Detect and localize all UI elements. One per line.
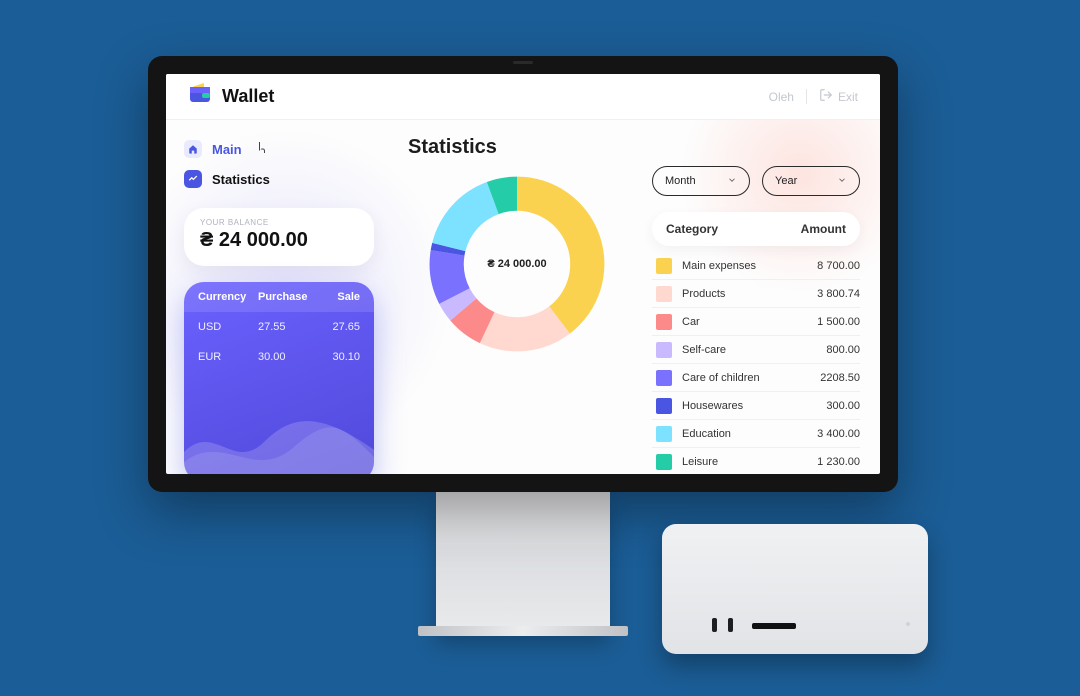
rate-currency: EUR [198, 351, 258, 363]
exit-label: Exit [838, 90, 858, 104]
nav-label: Main [212, 142, 242, 157]
category-header: Category [666, 222, 718, 236]
chevron-down-icon [837, 175, 847, 188]
category-amount: 800.00 [826, 344, 860, 356]
rate-purchase: 30.00 [258, 351, 320, 363]
category-amount: 8 700.00 [817, 260, 860, 272]
filters-column: Month Year Categor [652, 136, 860, 474]
rates-row: EUR30.0030.10 [184, 342, 374, 372]
color-swatch [656, 286, 672, 302]
balance-label: YOUR BALANCE [200, 218, 358, 227]
category-row: Housewares300.00 [652, 392, 860, 420]
color-swatch [656, 454, 672, 470]
stats-column: Statistics ₴ 24 000.00 [408, 136, 626, 474]
category-name: Care of children [682, 372, 820, 384]
pointer-cursor-icon [256, 141, 268, 158]
color-swatch [656, 314, 672, 330]
amount-header: Amount [801, 222, 846, 236]
home-icon [184, 140, 202, 158]
category-name: Self-care [682, 344, 826, 356]
power-led [906, 622, 910, 626]
category-row: Self-care800.00 [652, 336, 860, 364]
user-name[interactable]: Oleh [769, 90, 794, 104]
camera-notch [513, 61, 533, 64]
sidebar: Main Statistics YOUR BALANCE ₴ 24 000. [166, 120, 388, 474]
category-row: Car1 500.00 [652, 308, 860, 336]
category-amount: 1 500.00 [817, 316, 860, 328]
category-name: Housewares [682, 400, 826, 412]
rates-card: Currency Purchase Sale USD27.5527.65EUR3… [184, 282, 374, 474]
category-row: Leisure1 230.00 [652, 448, 860, 474]
rates-wave-decoration [184, 402, 374, 474]
app-layout: Main Statistics YOUR BALANCE ₴ 24 000. [166, 120, 880, 474]
rate-currency: USD [198, 321, 258, 333]
balance-card: YOUR BALANCE ₴ 24 000.00 [184, 208, 374, 266]
category-row: Care of children2208.50 [652, 364, 860, 392]
content: Statistics ₴ 24 000.00 Month [388, 120, 880, 474]
sd-card-slot [752, 623, 796, 629]
category-name: Main expenses [682, 260, 817, 272]
balance-amount: 24 000.00 [219, 229, 308, 251]
category-name: Products [682, 288, 817, 300]
balance-currency: ₴ [200, 229, 213, 251]
monitor-stand [436, 492, 610, 630]
brand[interactable]: Wallet [188, 83, 274, 110]
wallet-icon [188, 83, 212, 110]
rates-header-currency: Currency [198, 291, 258, 303]
color-swatch [656, 258, 672, 274]
header-actions: Oleh Exit [769, 88, 858, 105]
category-name: Education [682, 428, 817, 440]
category-table-body: Main expenses8 700.00Products3 800.74Car… [652, 252, 860, 474]
header-separator [806, 89, 807, 104]
chevron-down-icon [727, 175, 737, 188]
year-label: Year [775, 175, 797, 187]
donut-chart: ₴ 24 000.00 [422, 169, 612, 359]
year-select[interactable]: Year [762, 166, 860, 196]
usb-c-port [728, 618, 733, 632]
rates-row: USD27.5527.65 [184, 312, 374, 342]
category-name: Car [682, 316, 817, 328]
color-swatch [656, 426, 672, 442]
nav-label: Statistics [212, 172, 270, 187]
rate-purchase: 27.55 [258, 321, 320, 333]
color-swatch [656, 370, 672, 386]
rates-header-row: Currency Purchase Sale [184, 282, 374, 312]
nav-item-statistics[interactable]: Statistics [184, 166, 374, 196]
monitor-frame: Wallet Oleh Exit [148, 56, 898, 492]
app-header: Wallet Oleh Exit [166, 74, 880, 120]
mac-studio [662, 524, 928, 654]
balance-value: ₴ 24 000.00 [200, 229, 358, 252]
category-amount: 3 800.74 [817, 288, 860, 300]
exit-button[interactable]: Exit [819, 88, 858, 105]
usb-c-port [712, 618, 717, 632]
stats-title: Statistics [408, 136, 626, 159]
color-swatch [656, 398, 672, 414]
rate-sale: 30.10 [320, 351, 360, 363]
donut-center-label: ₴ 24 000.00 [422, 169, 612, 359]
rate-sale: 27.65 [320, 321, 360, 333]
category-row: Products3 800.74 [652, 280, 860, 308]
category-table-header: Category Amount [652, 212, 860, 246]
rates-header-purchase: Purchase [258, 291, 320, 303]
exit-icon [819, 88, 833, 105]
category-amount: 2208.50 [820, 372, 860, 384]
brand-name: Wallet [222, 86, 274, 107]
nav-item-main[interactable]: Main [184, 136, 374, 166]
category-amount: 3 400.00 [817, 428, 860, 440]
rates-body: USD27.5527.65EUR30.0030.10 [184, 312, 374, 372]
category-amount: 1 230.00 [817, 456, 860, 468]
month-label: Month [665, 175, 696, 187]
period-selectors: Month Year [652, 166, 860, 196]
category-row: Education3 400.00 [652, 420, 860, 448]
month-select[interactable]: Month [652, 166, 750, 196]
statistics-icon [184, 170, 202, 188]
category-amount: 300.00 [826, 400, 860, 412]
app-screen: Wallet Oleh Exit [166, 74, 880, 474]
category-name: Leisure [682, 456, 817, 468]
color-swatch [656, 342, 672, 358]
category-row: Main expenses8 700.00 [652, 252, 860, 280]
rates-header-sale: Sale [320, 291, 360, 303]
